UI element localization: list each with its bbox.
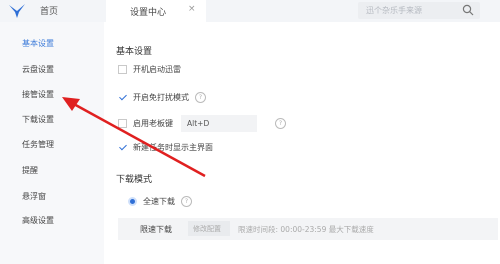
download-mode-title: 下载模式 (116, 175, 153, 185)
sidebar-item-floating-window[interactable]: 悬浮窗 (22, 191, 46, 202)
option-boss-key-label: 启用老板键 (133, 118, 173, 128)
tab-settings-center[interactable]: 设置中心 × (106, 0, 206, 22)
search-icon[interactable] (462, 4, 474, 16)
radio-full-speed[interactable] (128, 196, 137, 206)
option-do-not-disturb[interactable]: 开启免打扰模式 ? (118, 90, 206, 104)
option-boss-key[interactable]: 启用老板键 Alt+D ? (118, 114, 286, 132)
sidebar-item-download[interactable]: 下载设置 (22, 114, 54, 125)
sidebar-item-advanced[interactable]: 高级设置 (22, 215, 54, 226)
checkbox-boss-key[interactable] (118, 118, 127, 128)
tab-settings-label: 设置中心 (130, 8, 167, 18)
checkbox-auto-start[interactable] (118, 64, 127, 74)
help-icon[interactable]: ? (181, 195, 192, 207)
mode-full-speed-label: 全速下载 (143, 196, 175, 206)
speed-limit-config-text: 修改配置 (193, 225, 221, 233)
speed-limit-description: 限速时间段: 00:00-23:59 最大下载速度 (238, 225, 374, 234)
mode-full-speed[interactable]: 全速下载 ? (128, 194, 192, 208)
search-placeholder: 迅个杂乐手来源 (366, 6, 422, 15)
help-icon[interactable]: ? (195, 91, 206, 103)
settings-sidebar: 基本设置 云盘设置 接管设置 下载设置 任务管理 提醒 悬浮窗 高级设置 (0, 22, 104, 264)
basic-settings-title: 基本设置 (116, 47, 153, 57)
speed-limit-row[interactable]: 限速下载 修改配置 限速时间段: 00:00-23:59 最大下载速度 (118, 218, 498, 240)
sidebar-item-takeover[interactable]: 接管设置 (22, 89, 54, 100)
top-bar: 首页 设置中心 × 迅个杂乐手来源 (0, 0, 500, 22)
option-show-main-ui[interactable]: 新建任务时显示主界面 (118, 140, 213, 154)
option-show-main-ui-label: 新建任务时显示主界面 (133, 142, 213, 152)
sidebar-item-reminder[interactable]: 提醒 (22, 165, 38, 176)
xunlei-bird-logo-icon[interactable] (8, 3, 26, 19)
boss-key-hotkey-field[interactable]: Alt+D (181, 114, 257, 132)
checkbox-show-main-ui[interactable] (118, 143, 127, 152)
sidebar-item-task-manage[interactable]: 任务管理 (22, 139, 54, 150)
sidebar-item-cloud[interactable]: 云盘设置 (22, 64, 54, 75)
option-dnd-label: 开启免打扰模式 (133, 92, 189, 102)
option-auto-start[interactable]: 开机启动迅雷 (118, 62, 181, 76)
search-input[interactable]: 迅个杂乐手来源 (358, 2, 480, 19)
option-auto-start-label: 开机启动迅雷 (133, 64, 181, 74)
close-icon[interactable]: × (188, 4, 196, 14)
settings-panel: 基本设置 开机启动迅雷 开启免打扰模式 ? 启用老板键 Alt+D ? 新建任务… (104, 22, 500, 264)
home-tab-label[interactable]: 首页 (40, 4, 58, 17)
help-icon[interactable]: ? (275, 117, 286, 129)
speed-limit-label: 限速下载 (140, 225, 172, 234)
checkbox-do-not-disturb[interactable] (118, 93, 127, 102)
hotkey-value: Alt+D (187, 118, 210, 128)
sidebar-item-basic[interactable]: 基本设置 (22, 38, 54, 49)
speed-limit-config-button[interactable]: 修改配置 (188, 221, 230, 236)
